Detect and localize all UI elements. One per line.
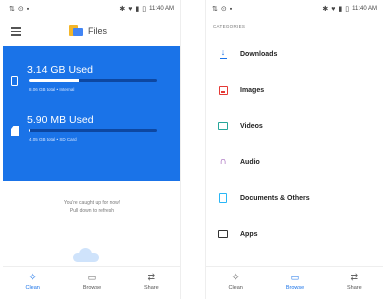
phone-icon	[11, 76, 18, 86]
nav-browse-label: Browse	[285, 285, 305, 291]
headphones-icon: ∩	[219, 156, 227, 167]
status-bar: ⇅ ⊙ ▪ ✱ ♥ ▮ ▯ 11:40 AM	[3, 0, 180, 18]
battery-icon: ▯	[142, 5, 147, 13]
nav-browse[interactable]: ▭ Browse	[72, 271, 112, 291]
wifi-icon: ♥	[128, 5, 133, 13]
download-icon: ↓	[219, 47, 227, 59]
internal-used-text: 3.14 GB Used	[27, 64, 93, 76]
image-icon	[218, 85, 228, 95]
internal-total-text: 8.06 GB total • Internal	[29, 87, 75, 92]
browse-screen: ⇅ ⊙ ▪ ✱ ♥ ▮ ▯ 11:40 AM CATEGORIES ↓ Down…	[205, 0, 383, 299]
share-icon: ⇄	[147, 272, 156, 282]
notification-icon: ⇅	[9, 5, 15, 13]
document-icon	[219, 193, 227, 203]
categories-header: CATEGORIES	[213, 24, 246, 29]
folder-icon: ▭	[290, 272, 300, 282]
share-icon: ⇄	[350, 272, 359, 282]
category-label: Images	[240, 86, 265, 94]
sd-total-text: 4.05 GB total • SD Card	[29, 137, 77, 142]
status-time: 11:40 AM	[352, 6, 377, 12]
status-bar: ⇅ ⊙ ▪ ✱ ♥ ▮ ▯ 11:40 AM	[206, 0, 383, 18]
category-documents[interactable]: Documents & Others	[206, 180, 383, 216]
empty-state-line1: You're caught up for now!	[63, 200, 121, 206]
internal-usage-fill	[29, 79, 79, 82]
notification-icon: ⇅	[212, 5, 218, 13]
category-label: Apps	[240, 230, 258, 238]
bluetooth-icon: ✱	[322, 5, 329, 13]
folder-icon: ▭	[87, 272, 97, 282]
bottom-navigation: ✧ Clean ▭ Browse ⇄ Share	[206, 266, 383, 299]
app-title: Files	[88, 25, 108, 36]
clean-screen: ⇅ ⊙ ▪ ✱ ♥ ▮ ▯ 11:40 AM Files 3.14 GB Use…	[3, 0, 181, 299]
battery-icon: ▯	[345, 5, 350, 13]
bluetooth-icon: ✱	[119, 5, 126, 13]
cloud-illustration-icon	[73, 248, 99, 262]
app-bar: Files	[3, 18, 180, 46]
category-audio[interactable]: ∩ Audio	[206, 144, 383, 180]
nav-clean-label: Clean	[25, 285, 40, 291]
status-time: 11:40 AM	[149, 6, 174, 12]
internal-storage-card[interactable]: 3.14 GB Used 8.06 GB total • Internal	[3, 60, 180, 110]
wifi-icon: ♥	[331, 5, 336, 13]
sd-storage-card[interactable]: 5.90 MB Used 4.05 GB total • SD Card	[3, 110, 180, 160]
nav-share[interactable]: ⇄ Share	[131, 271, 171, 291]
internal-usage-bar	[29, 79, 157, 82]
category-videos[interactable]: Videos	[206, 108, 383, 144]
sd-usage-bar	[29, 129, 157, 132]
nav-clean-label: Clean	[228, 285, 243, 291]
category-label: Videos	[240, 122, 263, 130]
clean-icon: ✧	[28, 272, 37, 282]
nav-clean[interactable]: ✧ Clean	[13, 271, 53, 291]
category-label: Downloads	[240, 50, 278, 58]
nav-clean[interactable]: ✧ Clean	[216, 271, 256, 291]
category-apps[interactable]: Apps	[206, 216, 383, 252]
sd-used-text: 5.90 MB Used	[27, 114, 94, 126]
bottom-navigation: ✧ Clean ▭ Browse ⇄ Share	[3, 266, 180, 299]
menu-icon[interactable]	[11, 27, 21, 36]
nav-share[interactable]: ⇄ Share	[334, 271, 374, 291]
video-icon	[218, 122, 228, 130]
signal-icon: ▮	[338, 5, 343, 13]
apps-icon	[218, 230, 228, 238]
files-logo-icon	[69, 25, 83, 36]
sd-card-icon	[11, 126, 19, 136]
sync-icon: ⊙	[220, 5, 227, 13]
clean-icon: ✧	[231, 272, 240, 282]
category-label: Documents & Others	[240, 194, 310, 202]
nav-share-label: Share	[346, 285, 362, 291]
nav-browse[interactable]: ▭ Browse	[275, 271, 315, 291]
category-list: ↓ Downloads Images Videos ∩ Audio Docume…	[206, 36, 383, 252]
storage-panel: 3.14 GB Used 8.06 GB total • Internal 5.…	[3, 46, 180, 181]
category-images[interactable]: Images	[206, 72, 383, 108]
nav-browse-label: Browse	[82, 285, 102, 291]
signal-icon: ▮	[135, 5, 140, 13]
app-title-group: Files	[69, 25, 107, 36]
nav-share-label: Share	[143, 285, 159, 291]
sync-icon: ⊙	[17, 5, 24, 13]
empty-state-message: You're caught up for now! Pull down to r…	[3, 199, 180, 215]
sd-usage-fill	[29, 129, 31, 132]
message-icon: ▪	[229, 5, 233, 13]
category-downloads[interactable]: ↓ Downloads	[206, 36, 383, 72]
message-icon: ▪	[26, 5, 30, 13]
category-label: Audio	[240, 158, 260, 166]
empty-state-line2: Pull down to refresh	[69, 208, 115, 214]
